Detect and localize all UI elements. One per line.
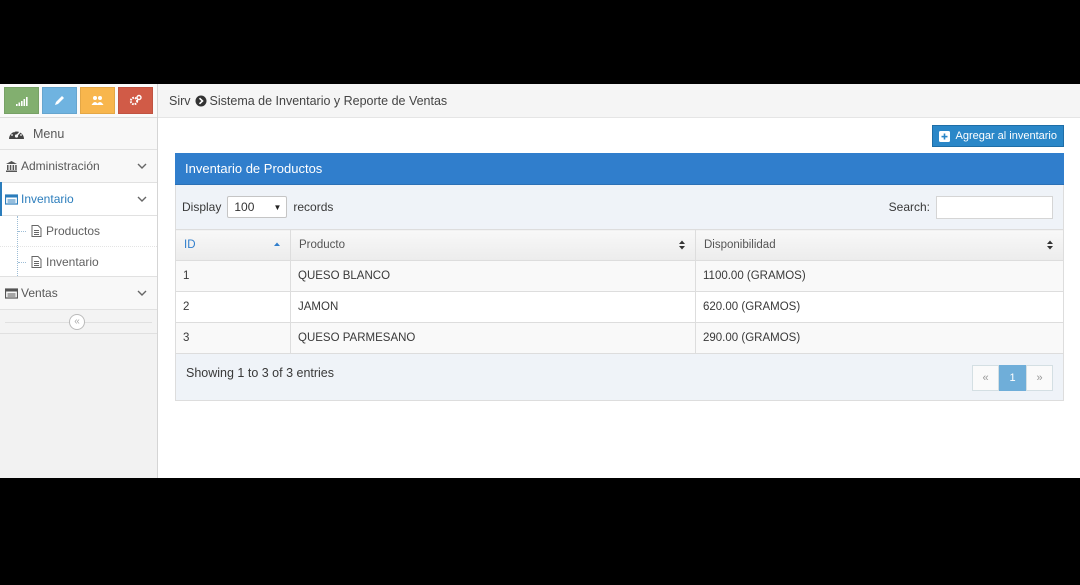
sidebar-subitem-productos[interactable]: Productos xyxy=(0,216,157,246)
shortcut-signal-button[interactable] xyxy=(4,87,39,114)
sort-icon xyxy=(679,240,685,250)
sidebar-item-administracion[interactable]: Administración xyxy=(0,150,157,183)
double-chevron-left-icon: « xyxy=(74,316,80,327)
cell-disponibilidad: 620.00 (GRAMOS) xyxy=(695,291,1064,323)
breadcrumb-home[interactable]: Sirv xyxy=(169,94,191,108)
inventory-table: ID Producto Disponibilidad 1 QUESO BLANC… xyxy=(175,229,1064,354)
table-row[interactable]: 2 JAMON 620.00 (GRAMOS) xyxy=(175,291,1064,323)
search-label: Search: xyxy=(888,200,930,214)
records-per-page-value: 100 xyxy=(234,200,255,214)
cell-producto: QUESO PARMESANO xyxy=(290,322,696,354)
cell-id: 3 xyxy=(175,322,291,354)
cell-producto: JAMON xyxy=(290,291,696,323)
arrow-circle-right-icon xyxy=(195,95,207,106)
table-toolbar: Display 100 ▼ records Search: xyxy=(175,185,1064,229)
sidebar-item-label: Inventario xyxy=(21,192,74,206)
sort-asc-icon xyxy=(274,242,280,246)
table-row[interactable]: 3 QUESO PARMESANO 290.00 (GRAMOS) xyxy=(175,322,1064,354)
cell-disponibilidad: 290.00 (GRAMOS) xyxy=(695,322,1064,354)
shortcut-cogs-button[interactable] xyxy=(118,87,153,114)
pagination-page-button[interactable]: 1 xyxy=(999,365,1026,391)
cell-id: 2 xyxy=(175,291,291,323)
search-input[interactable] xyxy=(936,195,1053,219)
pagination-next-button[interactable]: » xyxy=(1026,365,1053,391)
table-footer: Showing 1 to 3 of 3 entries « 1 » xyxy=(175,354,1064,401)
shortcut-pencil-button[interactable] xyxy=(42,87,77,114)
chevron-down-icon xyxy=(137,196,147,202)
plus-square-icon xyxy=(939,130,951,142)
pagination: « 1 » xyxy=(972,365,1053,391)
records-label: records xyxy=(293,200,334,214)
pencil-icon xyxy=(55,96,64,105)
users-icon xyxy=(91,96,104,105)
panel-title: Inventario de Productos xyxy=(175,153,1064,185)
records-per-page-select[interactable]: 100 ▼ xyxy=(227,196,288,218)
caret-down-icon: ▼ xyxy=(273,202,282,212)
sidebar-item-ventas[interactable]: Ventas xyxy=(0,277,157,310)
breadcrumb: Sirv Sistema de Inventario y Reporte de … xyxy=(158,84,1080,118)
signal-icon xyxy=(16,97,28,106)
sidebar-item-label: Administración xyxy=(21,159,100,173)
file-icon xyxy=(31,225,42,237)
sidebar-shortcuts xyxy=(0,84,157,118)
sidebar-nav: Menu Administración Inventario Productos… xyxy=(0,118,157,334)
add-to-inventory-label: Agregar al inventario xyxy=(955,130,1057,142)
sidebar-collapse-bar: « xyxy=(0,310,157,334)
bank-icon xyxy=(5,160,18,173)
cell-producto: QUESO BLANCO xyxy=(290,260,696,292)
add-to-inventory-button[interactable]: Agregar al inventario xyxy=(932,125,1064,147)
sidebar-subitem-inventario[interactable]: Inventario xyxy=(0,246,157,276)
shortcut-users-button[interactable] xyxy=(80,87,115,114)
column-header-producto[interactable]: Producto xyxy=(290,229,696,261)
display-label: Display xyxy=(182,200,222,214)
inventory-panel: Inventario de Productos Display 100 ▼ re… xyxy=(175,153,1064,401)
sidebar-subitem-label: Productos xyxy=(46,224,101,238)
breadcrumb-current: Sistema de Inventario y Reporte de Venta… xyxy=(209,93,448,108)
file-icon xyxy=(31,255,42,268)
cogs-icon xyxy=(129,94,142,106)
sidebar-collapse-button[interactable]: « xyxy=(69,314,85,330)
sidebar: Menu Administración Inventario Productos… xyxy=(0,84,158,478)
inventario-submenu: Productos Inventario xyxy=(0,216,157,277)
sidebar-item-menu[interactable]: Menu xyxy=(0,118,157,150)
sidebar-item-label: Ventas xyxy=(21,286,58,300)
dashboard-icon xyxy=(8,127,25,140)
sidebar-subitem-label: Inventario xyxy=(46,254,99,269)
table-row[interactable]: 1 QUESO BLANCO 1100.00 (GRAMOS) xyxy=(175,260,1064,292)
pagination-prev-button[interactable]: « xyxy=(972,365,999,391)
chevron-down-icon xyxy=(137,163,147,169)
app-screen: Menu Administración Inventario Productos… xyxy=(0,84,1080,478)
cell-id: 1 xyxy=(175,260,291,292)
column-header-disponibilidad[interactable]: Disponibilidad xyxy=(695,229,1064,261)
table-header-row: ID Producto Disponibilidad xyxy=(175,229,1064,261)
column-header-id[interactable]: ID xyxy=(175,229,291,261)
list-icon xyxy=(5,287,18,300)
entries-info: Showing 1 to 3 of 3 entries xyxy=(186,366,335,380)
sidebar-item-label: Menu xyxy=(33,126,65,141)
sidebar-item-inventario[interactable]: Inventario xyxy=(0,182,157,216)
main-content: Sirv Sistema de Inventario y Reporte de … xyxy=(158,84,1080,478)
list-icon xyxy=(5,193,18,206)
sort-icon xyxy=(1047,240,1053,250)
cell-disponibilidad: 1100.00 (GRAMOS) xyxy=(695,260,1064,292)
chevron-down-icon xyxy=(137,290,147,296)
